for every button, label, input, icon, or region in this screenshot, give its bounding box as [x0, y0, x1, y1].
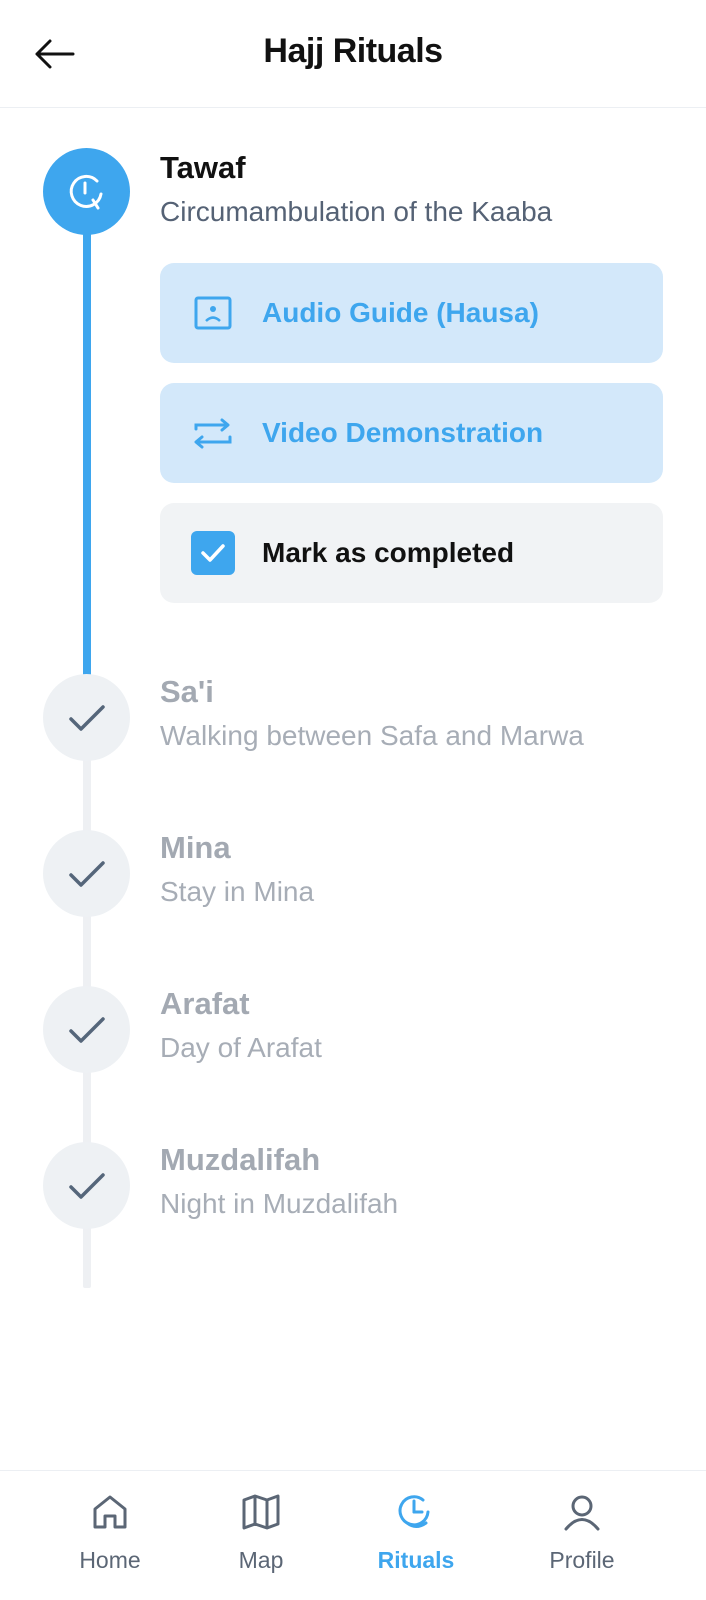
- video-demonstration-label: Video Demonstration: [262, 417, 544, 448]
- check-icon: [68, 704, 105, 731]
- rituals-icon: [398, 1495, 430, 1528]
- page-title: Hajj Rituals: [263, 32, 443, 70]
- step-arafat-subtitle: Day of Arafat: [160, 1032, 322, 1063]
- step-arafat-marker[interactable]: [43, 986, 130, 1073]
- check-icon: [68, 860, 105, 887]
- nav-map[interactable]: Map: [196, 1489, 326, 1589]
- step-mina-subtitle: Stay in Mina: [160, 876, 315, 907]
- step-tawaf-marker[interactable]: [43, 148, 130, 235]
- step-muzdalifah-subtitle: Night in Muzdalifah: [160, 1188, 399, 1219]
- step-mina-marker[interactable]: [43, 830, 130, 917]
- video-demonstration-button[interactable]: Video Demonstration: [160, 383, 663, 483]
- bottom-navigation: Home Map Rituals Profile: [0, 1470, 706, 1600]
- nav-home[interactable]: Home: [45, 1489, 175, 1589]
- mark-completed-toggle[interactable]: Mark as completed: [160, 503, 663, 603]
- home-icon: [93, 1495, 127, 1529]
- nav-rituals[interactable]: Rituals: [351, 1489, 481, 1589]
- app-screen: Hajj Rituals Tawaf Circumambulation of t…: [0, 0, 706, 1600]
- step-arafat-title[interactable]: Arafat: [160, 986, 250, 1022]
- profile-icon: [564, 1495, 600, 1531]
- check-icon: [68, 1172, 105, 1199]
- step-tawaf-subtitle: Circumambulation of the Kaaba: [160, 196, 553, 227]
- video-icon: [194, 418, 232, 449]
- nav-profile-label: Profile: [549, 1547, 615, 1573]
- audio-guide-label: Audio Guide (Hausa): [262, 297, 539, 328]
- audio-guide-button[interactable]: Audio Guide (Hausa): [160, 263, 663, 363]
- nav-home-label: Home: [79, 1547, 141, 1573]
- step-muzdalifah-marker[interactable]: [43, 1142, 130, 1229]
- clock-icon: [69, 174, 102, 209]
- app-header: Hajj Rituals: [0, 0, 706, 108]
- step-sai-marker[interactable]: [43, 674, 130, 761]
- completed-checkbox[interactable]: [191, 531, 235, 575]
- checkmark-icon: [201, 544, 225, 562]
- map-icon: [242, 1494, 280, 1530]
- step-tawaf-title[interactable]: Tawaf: [160, 150, 246, 186]
- mark-completed-label: Mark as completed: [262, 537, 515, 568]
- audio-guide-icon: [194, 296, 232, 330]
- step-muzdalifah-title[interactable]: Muzdalifah: [160, 1142, 320, 1178]
- step-sai-subtitle: Walking between Safa and Marwa: [160, 720, 584, 751]
- step-mina-title[interactable]: Mina: [160, 830, 231, 866]
- nav-map-label: Map: [238, 1547, 284, 1573]
- check-icon: [68, 1016, 105, 1043]
- nav-rituals-label: Rituals: [377, 1547, 455, 1573]
- step-sai-title[interactable]: Sa'i: [160, 674, 214, 710]
- nav-profile[interactable]: Profile: [517, 1489, 647, 1589]
